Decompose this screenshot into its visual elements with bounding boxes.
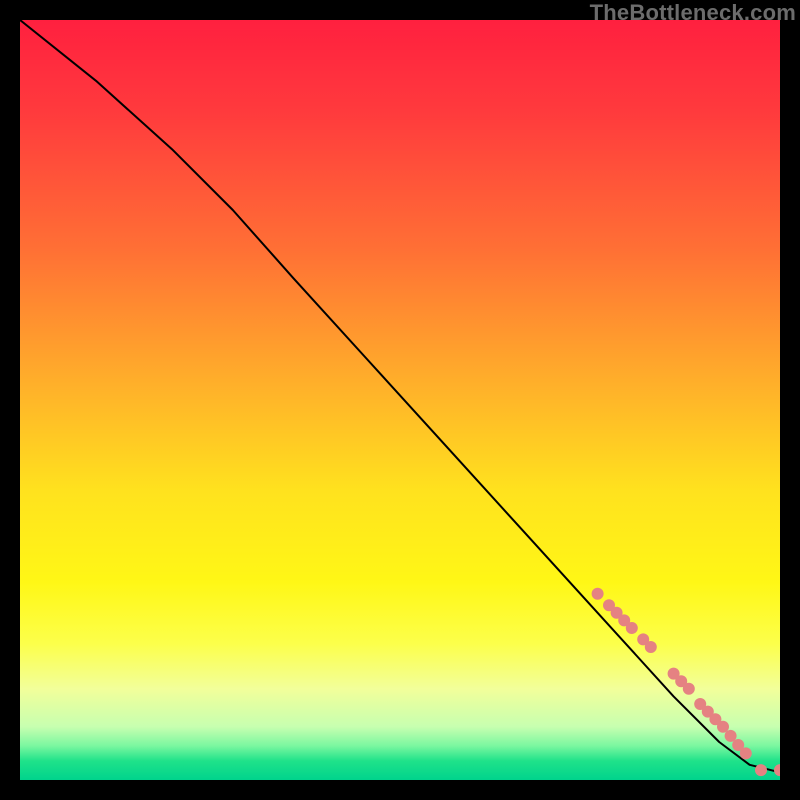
marker-point	[626, 622, 638, 634]
marker-point	[755, 764, 767, 776]
marker-point	[740, 747, 752, 759]
chart-background	[20, 20, 780, 780]
marker-point	[645, 641, 657, 653]
marker-point	[683, 683, 695, 695]
chart-stage: TheBottleneck.com	[0, 0, 800, 800]
watermark-text: TheBottleneck.com	[590, 0, 796, 26]
marker-point	[592, 588, 604, 600]
chart-plot-area	[20, 20, 780, 780]
chart-svg	[20, 20, 780, 780]
